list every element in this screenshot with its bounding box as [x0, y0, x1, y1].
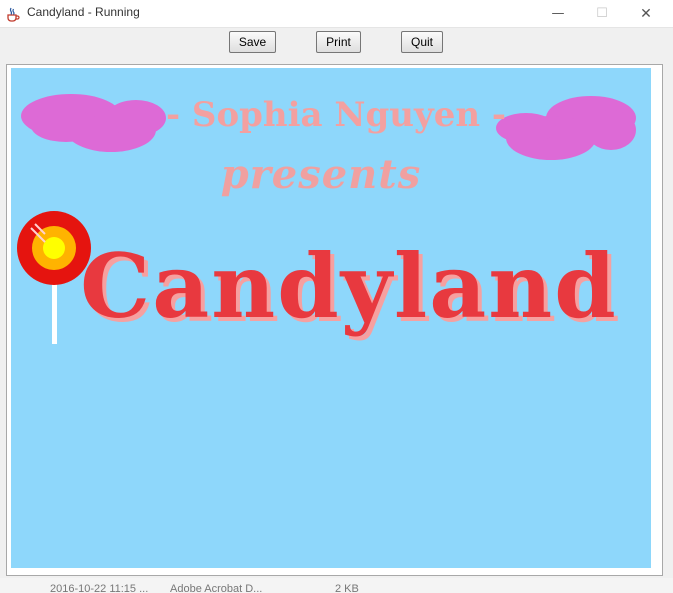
maximize-icon: ☐	[596, 6, 608, 21]
background-program: Adobe Acrobat D...	[170, 583, 263, 593]
author-name: - Sophia Nguyen -	[166, 95, 506, 135]
print-button[interactable]: Print	[316, 31, 361, 53]
minimize-icon: —	[551, 6, 565, 21]
save-button[interactable]: Save	[229, 31, 276, 53]
presents-text: presents	[221, 151, 422, 198]
maximize-button[interactable]: ☐	[580, 0, 624, 27]
close-button[interactable]: ✕	[624, 0, 668, 27]
app-name-title: Candyland	[80, 234, 618, 338]
quit-button[interactable]: Quit	[401, 31, 443, 53]
background-date: 2016-10-22 11:15 ...	[50, 583, 149, 593]
toolbar: Save Print Quit	[0, 28, 673, 60]
title-bar: Candyland - Running — ☐ ✕	[0, 0, 673, 28]
cloud-left-icon	[21, 94, 166, 152]
candyland-artwork: - Sophia Nguyen - presents Candyland Can…	[17, 94, 636, 344]
window-title: Candyland - Running	[27, 5, 140, 19]
background-size: 2 KB	[335, 583, 359, 593]
background-window-strip: 2016-10-22 11:15 ... Adobe Acrobat D... …	[0, 578, 673, 593]
minimize-button[interactable]: —	[536, 0, 580, 27]
java-cup-icon	[7, 7, 20, 22]
drawing-canvas: - Sophia Nguyen - presents Candyland Can…	[11, 68, 651, 568]
close-icon: ✕	[640, 5, 652, 22]
cloud-right-icon	[496, 96, 636, 160]
